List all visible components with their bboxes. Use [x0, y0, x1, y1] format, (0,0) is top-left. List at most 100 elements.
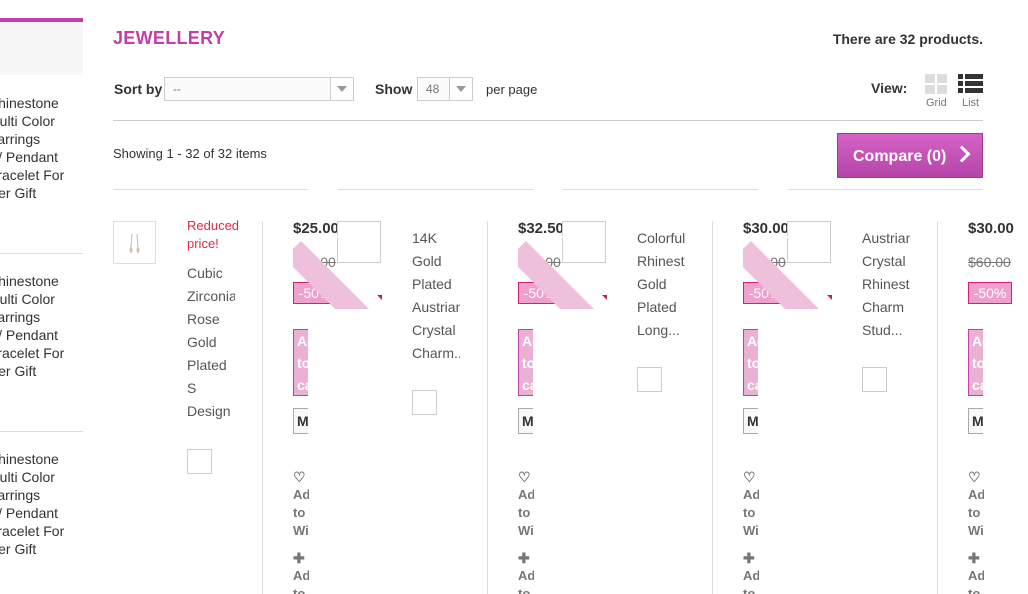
reduced-price-label: Reduced price!	[187, 218, 240, 251]
chevron-down-icon[interactable]	[449, 78, 472, 100]
compare-add-label: Add	[293, 568, 309, 583]
product-name-line: Austrian	[412, 299, 460, 315]
list-view-label[interactable]: List	[962, 97, 979, 109]
column-separator	[338, 189, 533, 190]
sale-ribbon-label: SALE!	[557, 226, 596, 266]
product-name[interactable]: 14K Gold Plated Austrian Crystal Charm..…	[412, 227, 460, 365]
more-button[interactable]: More	[293, 408, 308, 434]
view-label: View:	[871, 80, 908, 96]
compare-add-label: to	[743, 586, 756, 594]
add-to-wishlist-link[interactable]: ♡ Add to Wishlist	[293, 468, 309, 540]
wishlist-label: Add	[968, 487, 984, 502]
product-price-block: $30.00 $60.00 -50% SALE! Addtocart More …	[743, 219, 833, 594]
product-name-line: Rhinestone	[862, 276, 910, 292]
sidebar-product-line: Multi Color	[0, 291, 55, 307]
wishlist-label: Wishlist	[968, 523, 984, 538]
sidebar-product-line: Rhinestone	[0, 95, 59, 111]
grid-view-icon[interactable]	[925, 74, 947, 94]
product-name[interactable]: Cubic Zirconia Rose Gold Plated S Design	[187, 262, 235, 423]
product-name-line: Zirconia	[187, 288, 235, 304]
wishlist-label: Wishlist	[293, 523, 309, 538]
wishlist-label: Add	[518, 487, 534, 502]
add-to-wishlist-link[interactable]: ♡ Add to Wishlist	[518, 468, 534, 540]
sidebar-product-line: Rhinestone	[0, 451, 59, 467]
per-page-select[interactable]: 48	[417, 77, 473, 101]
product-name-line: Charm	[862, 299, 905, 315]
add-to-cart-label: to	[297, 355, 308, 371]
compare-checkbox[interactable]	[412, 390, 437, 415]
add-to-compare-link[interactable]: ✚ Add to	[293, 549, 309, 594]
sidebar-product-3[interactable]: Rhinestone Multi Color Earrings w/ Penda…	[0, 450, 83, 558]
sidebar-product-line: Rhinestone	[0, 273, 59, 289]
compare-checkbox[interactable]	[637, 367, 662, 392]
add-to-cart-button[interactable]: Add to cart	[293, 329, 308, 396]
product-thumbnail[interactable]	[113, 221, 156, 264]
heart-icon: ♡	[968, 469, 981, 485]
compare-add-label: Add	[743, 568, 759, 583]
product-name-line: Rhinestone	[637, 253, 685, 269]
add-to-compare-link[interactable]: ✚ Add to	[518, 549, 534, 594]
compare-checkbox[interactable]	[187, 449, 212, 474]
add-to-wishlist-link[interactable]: ♡ Add to Wishlist	[968, 468, 984, 540]
product-name[interactable]: Austrian Crystal Rhinestone Charm Stud..…	[862, 227, 910, 342]
product-name-line: Austrian	[862, 230, 910, 246]
product-price: $30.00	[968, 220, 1014, 237]
discount-badge: -50%	[968, 282, 1012, 304]
add-to-wishlist-link[interactable]: ♡ Add to Wishlist	[743, 468, 759, 540]
sort-select[interactable]: --	[164, 77, 354, 101]
plus-icon: ✚	[743, 550, 755, 566]
sidebar-product-line: Earrings	[0, 487, 41, 503]
product-name-line: Rose	[187, 311, 220, 327]
sidebar-product-line: Bracelet For	[0, 167, 65, 183]
product-name-line: Long...	[637, 322, 680, 338]
sidebar-product-line: Bracelet For	[0, 523, 65, 539]
add-to-compare-link[interactable]: ✚ Add to	[743, 549, 759, 594]
add-to-cart-label: cart	[747, 377, 758, 393]
product-name-line: Plated	[637, 299, 677, 315]
grid-view-label[interactable]: Grid	[926, 97, 947, 109]
sidebar-product-line: Earrings	[0, 309, 41, 325]
add-to-compare-link[interactable]: ✚ Add to	[968, 549, 984, 594]
chevron-down-icon[interactable]	[330, 78, 353, 100]
showing-count: Showing 1 - 32 of 32 items	[113, 146, 267, 161]
more-button[interactable]: More	[968, 408, 983, 434]
column-separator	[113, 189, 308, 190]
sale-ribbon-label: SALE!	[782, 226, 821, 266]
more-button[interactable]: More	[518, 408, 533, 434]
product-count: There are 32 products.	[832, 31, 983, 47]
per-page-label: per page	[486, 82, 538, 97]
wishlist-label: to	[293, 505, 306, 520]
sidebar-product-line: w/ Pendant	[0, 327, 59, 343]
earring-image	[129, 233, 140, 253]
add-to-cart-button[interactable]: Add to cart	[743, 329, 758, 396]
sidebar-product-line: w/ Pendant	[0, 149, 59, 165]
sidebar-product-1[interactable]: Rhinestone Multi Color Earrings w/ Penda…	[0, 94, 83, 202]
sidebar-product-line: Multi Color	[0, 469, 55, 485]
compare-add-label: Add	[518, 568, 534, 583]
compare-add-label: to	[968, 586, 981, 594]
product-name-line: Plated	[412, 276, 452, 292]
wishlist-label: to	[743, 505, 756, 520]
show-label: Show	[375, 81, 413, 97]
sidebar-product-2[interactable]: Rhinestone Multi Color Earrings w/ Penda…	[0, 272, 83, 380]
more-button[interactable]: More	[743, 408, 758, 434]
list-view-icon[interactable]	[958, 74, 983, 94]
column-divider	[487, 221, 488, 594]
wishlist-label: Add	[293, 487, 309, 502]
product-name-line: Gold	[637, 276, 667, 292]
product-name[interactable]: Colorful Rhinestone Gold Plated Long...	[637, 227, 685, 342]
product-name-line: Crystal	[412, 322, 456, 338]
column-divider	[262, 221, 263, 594]
wishlist-label: Wishlist	[518, 523, 534, 538]
add-to-cart-button[interactable]: Add to cart	[518, 329, 533, 396]
product-price-block: $30.00 $60.00 -50% Add to cart More ♡ Add to…	[968, 219, 1028, 594]
wishlist-label: Add	[743, 487, 759, 502]
product-name-line: Gold	[187, 334, 217, 350]
add-to-cart-button[interactable]: Add to cart	[968, 329, 983, 396]
sidebar-product-line: Her Gift	[0, 363, 37, 379]
compare-button[interactable]: Compare (0)	[837, 133, 983, 178]
compare-checkbox[interactable]	[862, 367, 887, 392]
heart-icon: ♡	[743, 469, 756, 485]
add-to-cart-label: to	[747, 355, 758, 371]
old-price: $60.00	[968, 254, 1011, 270]
